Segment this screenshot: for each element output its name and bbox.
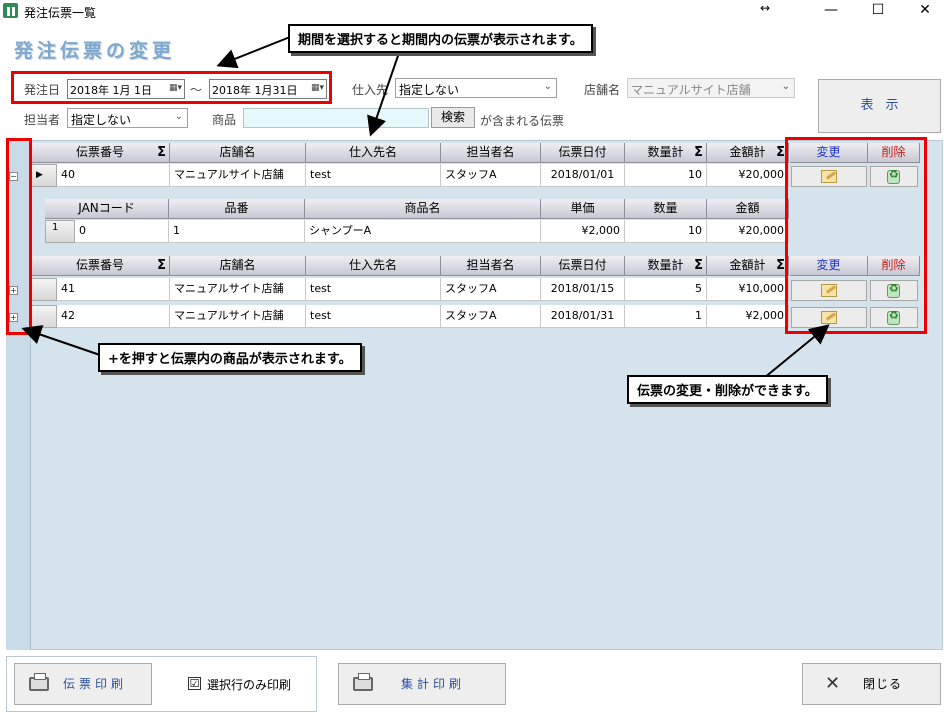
callout-edit-delete: 伝票の変更・削除ができます。 [627,375,828,404]
selected-only-label: 選択行のみ印刷 [207,678,292,692]
print-slip-button[interactable]: 伝票印刷 [14,663,152,705]
callout-period: 期間を選択すると期間内の伝票が表示されます。 [288,24,593,53]
close-button[interactable]: ✕ 閉じる [802,663,941,705]
selected-only-checkbox[interactable]: ☑ [188,677,201,690]
print-summary-button[interactable]: 集計印刷 [338,663,506,705]
printer-icon [353,673,373,691]
callout-expand: +を押すと伝票内の商品が表示されます。 [98,343,362,372]
close-icon: ✕ [825,673,842,694]
printer-icon [29,673,49,691]
